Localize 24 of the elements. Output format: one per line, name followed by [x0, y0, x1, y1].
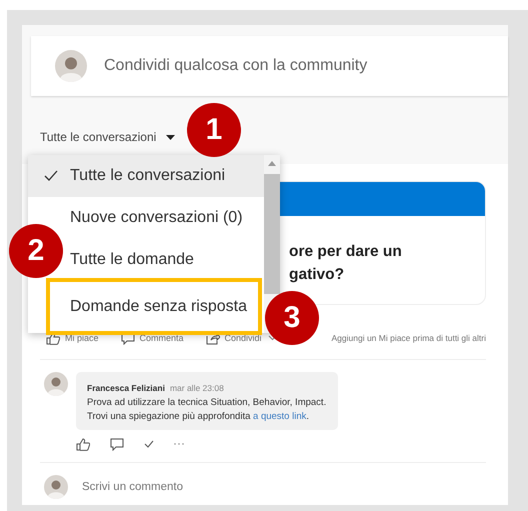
filter-dropdown[interactable]: Tutte le conversazioni	[40, 130, 176, 144]
reply-placeholder[interactable]: Scrivi un commento	[82, 481, 183, 493]
composer-card[interactable]: Condividi qualcosa con la community	[31, 36, 508, 96]
comment-text: Prova ad utilizzare la tecnica Situation, Behavior, Impact.	[87, 396, 326, 410]
question-title: gativo?	[289, 265, 346, 285]
question-title: ore per dare un	[289, 242, 403, 262]
menu-item[interactable]: Domande senza risposta	[46, 278, 262, 335]
avatar-icon	[55, 50, 87, 82]
check-icon	[44, 170, 58, 182]
like-hint: Aggiungi un Mi piace prima di tutti gli altri	[332, 333, 486, 343]
comment-text: Trovi una spiegazione più approfondita a questo link.	[87, 410, 310, 424]
menu-item[interactable]: Tutte le conversazioni	[28, 155, 264, 197]
thumbs-up-icon	[76, 438, 90, 450]
avatar-icon	[44, 372, 68, 396]
scroll-up-icon[interactable]	[268, 161, 276, 166]
comment-link[interactable]: a questo link	[253, 411, 306, 422]
comment-author: Francesca Feliziani	[87, 383, 165, 393]
comment-time: mar alle 23:08	[170, 383, 224, 393]
composer-placeholder: Condividi qualcosa con la community	[104, 57, 368, 75]
callout-badge: 1	[187, 103, 241, 157]
avatar-icon	[44, 475, 68, 499]
speech-bubble-icon	[110, 438, 124, 450]
check-icon[interactable]	[144, 440, 154, 448]
caret-icon	[166, 134, 176, 140]
